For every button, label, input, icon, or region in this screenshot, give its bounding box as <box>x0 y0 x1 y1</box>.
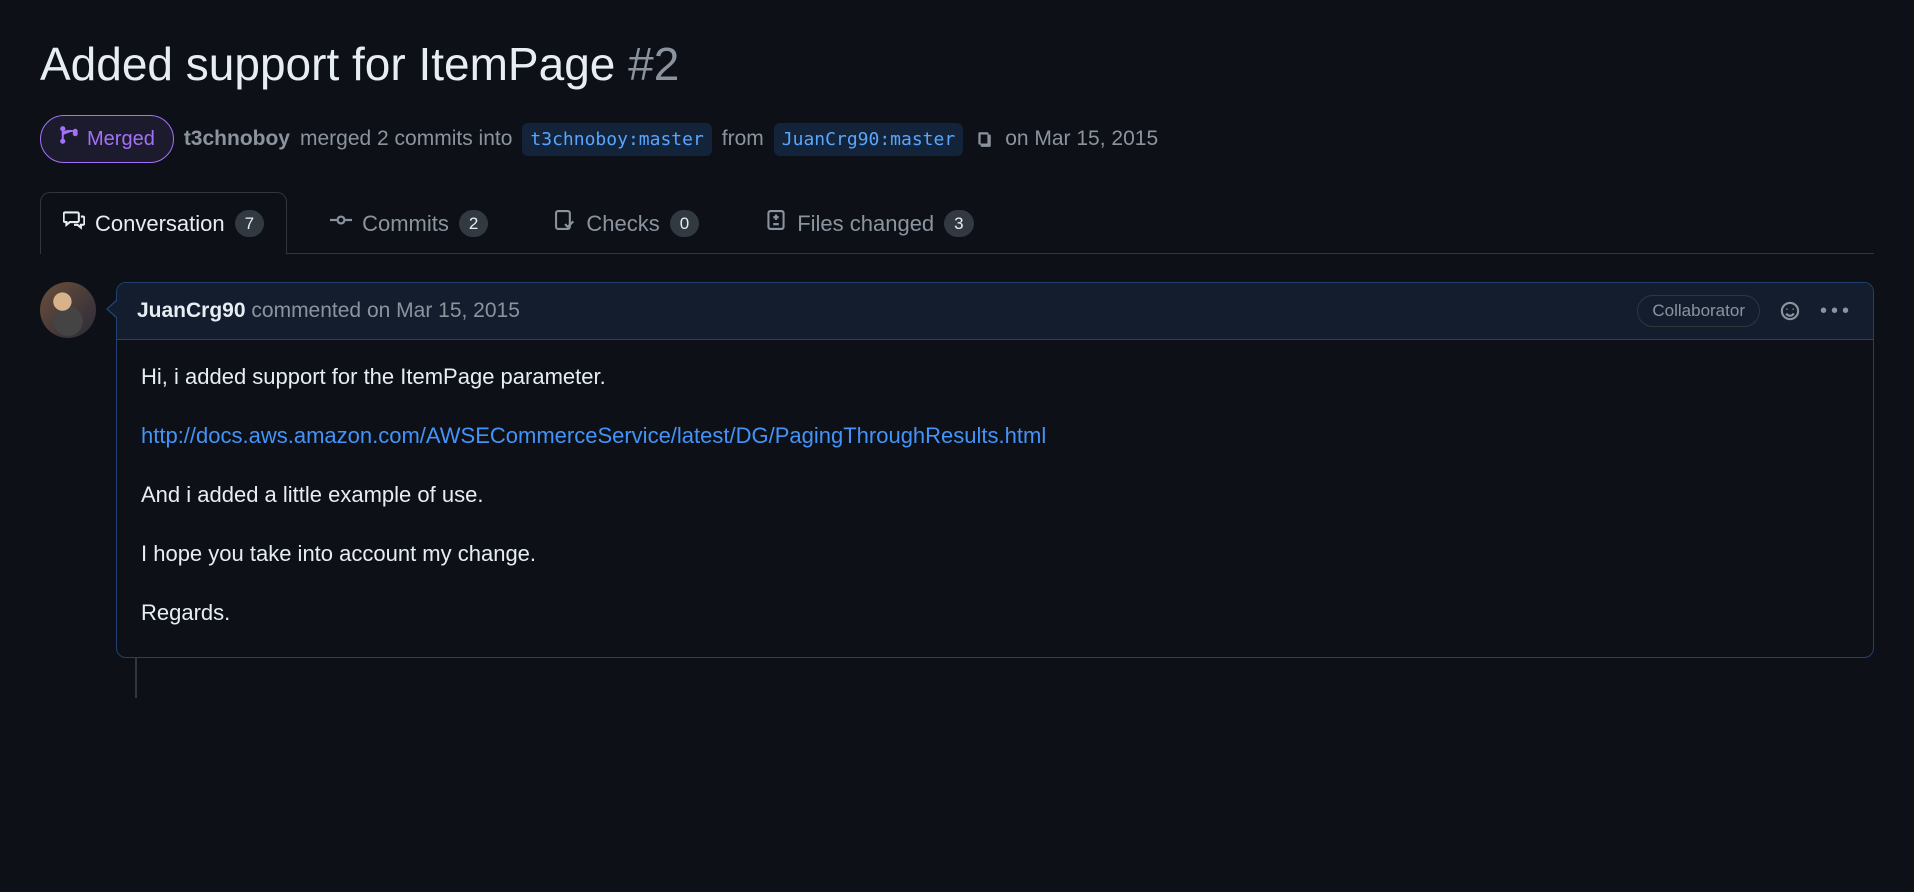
from-word: from <box>722 123 764 155</box>
checklist-icon <box>554 207 576 240</box>
tab-files-count: 3 <box>944 210 973 238</box>
comment-box: JuanCrg90 commented on Mar 15, 2015 Coll… <box>116 282 1874 658</box>
avatar[interactable] <box>40 282 96 338</box>
comment-author[interactable]: JuanCrg90 <box>137 299 246 322</box>
comment-discussion-icon <box>63 207 85 240</box>
comment-paragraph: Hi, i added support for the ItemPage par… <box>141 360 1849 393</box>
kebab-icon[interactable]: ••• <box>1820 296 1853 326</box>
tab-checks-label: Checks <box>586 207 659 240</box>
comment-paragraph: Regards. <box>141 596 1849 629</box>
comment-body: Hi, i added support for the ItemPage par… <box>117 340 1873 657</box>
tab-conversation-count: 7 <box>235 210 264 238</box>
comment-date[interactable]: on Mar 15, 2015 <box>367 299 520 322</box>
tab-checks[interactable]: Checks 0 <box>531 192 722 254</box>
tab-commits[interactable]: Commits 2 <box>307 192 511 254</box>
git-commit-icon <box>330 207 352 240</box>
merge-actor[interactable]: t3chnoboy <box>184 123 290 155</box>
comment-header: JuanCrg90 commented on Mar 15, 2015 Coll… <box>117 283 1873 340</box>
pr-meta: Merged t3chnoboy merged 2 commits into t… <box>40 115 1874 163</box>
timeline-connector <box>135 658 137 698</box>
tabnav: Conversation 7 Commits 2 Checks 0 Files … <box>40 191 1874 254</box>
tab-conversation[interactable]: Conversation 7 <box>40 192 287 254</box>
comment-verb: commented <box>251 299 361 322</box>
pr-title-text: Added support for ItemPage <box>40 38 615 90</box>
head-branch[interactable]: JuanCrg90:master <box>774 123 963 156</box>
comment-paragraph: I hope you take into account my change. <box>141 537 1849 570</box>
smiley-icon[interactable] <box>1778 299 1802 323</box>
state-badge-label: Merged <box>87 124 155 154</box>
copy-icon[interactable] <box>973 128 995 150</box>
pr-number: #2 <box>628 38 679 90</box>
pr-title: Added support for ItemPage #2 <box>40 30 1874 99</box>
merge-action-text: merged 2 commits into <box>300 123 512 155</box>
tab-checks-count: 0 <box>670 210 699 238</box>
tab-files-label: Files changed <box>797 207 934 240</box>
tab-conversation-label: Conversation <box>95 207 225 240</box>
state-badge-merged: Merged <box>40 115 174 163</box>
comment-header-right: Collaborator ••• <box>1637 295 1853 327</box>
merge-date: on Mar 15, 2015 <box>1005 123 1158 155</box>
timeline: JuanCrg90 commented on Mar 15, 2015 Coll… <box>40 282 1874 658</box>
comment-paragraph: And i added a little example of use. <box>141 478 1849 511</box>
git-merge-icon <box>59 124 79 154</box>
tab-commits-label: Commits <box>362 207 449 240</box>
comment-header-left: JuanCrg90 commented on Mar 15, 2015 <box>137 295 520 327</box>
base-branch[interactable]: t3chnoboy:master <box>522 123 711 156</box>
role-badge: Collaborator <box>1637 295 1760 327</box>
tab-files[interactable]: Files changed 3 <box>742 192 996 254</box>
file-diff-icon <box>765 207 787 240</box>
tab-commits-count: 2 <box>459 210 488 238</box>
comment-link[interactable]: http://docs.aws.amazon.com/AWSECommerceS… <box>141 423 1046 448</box>
